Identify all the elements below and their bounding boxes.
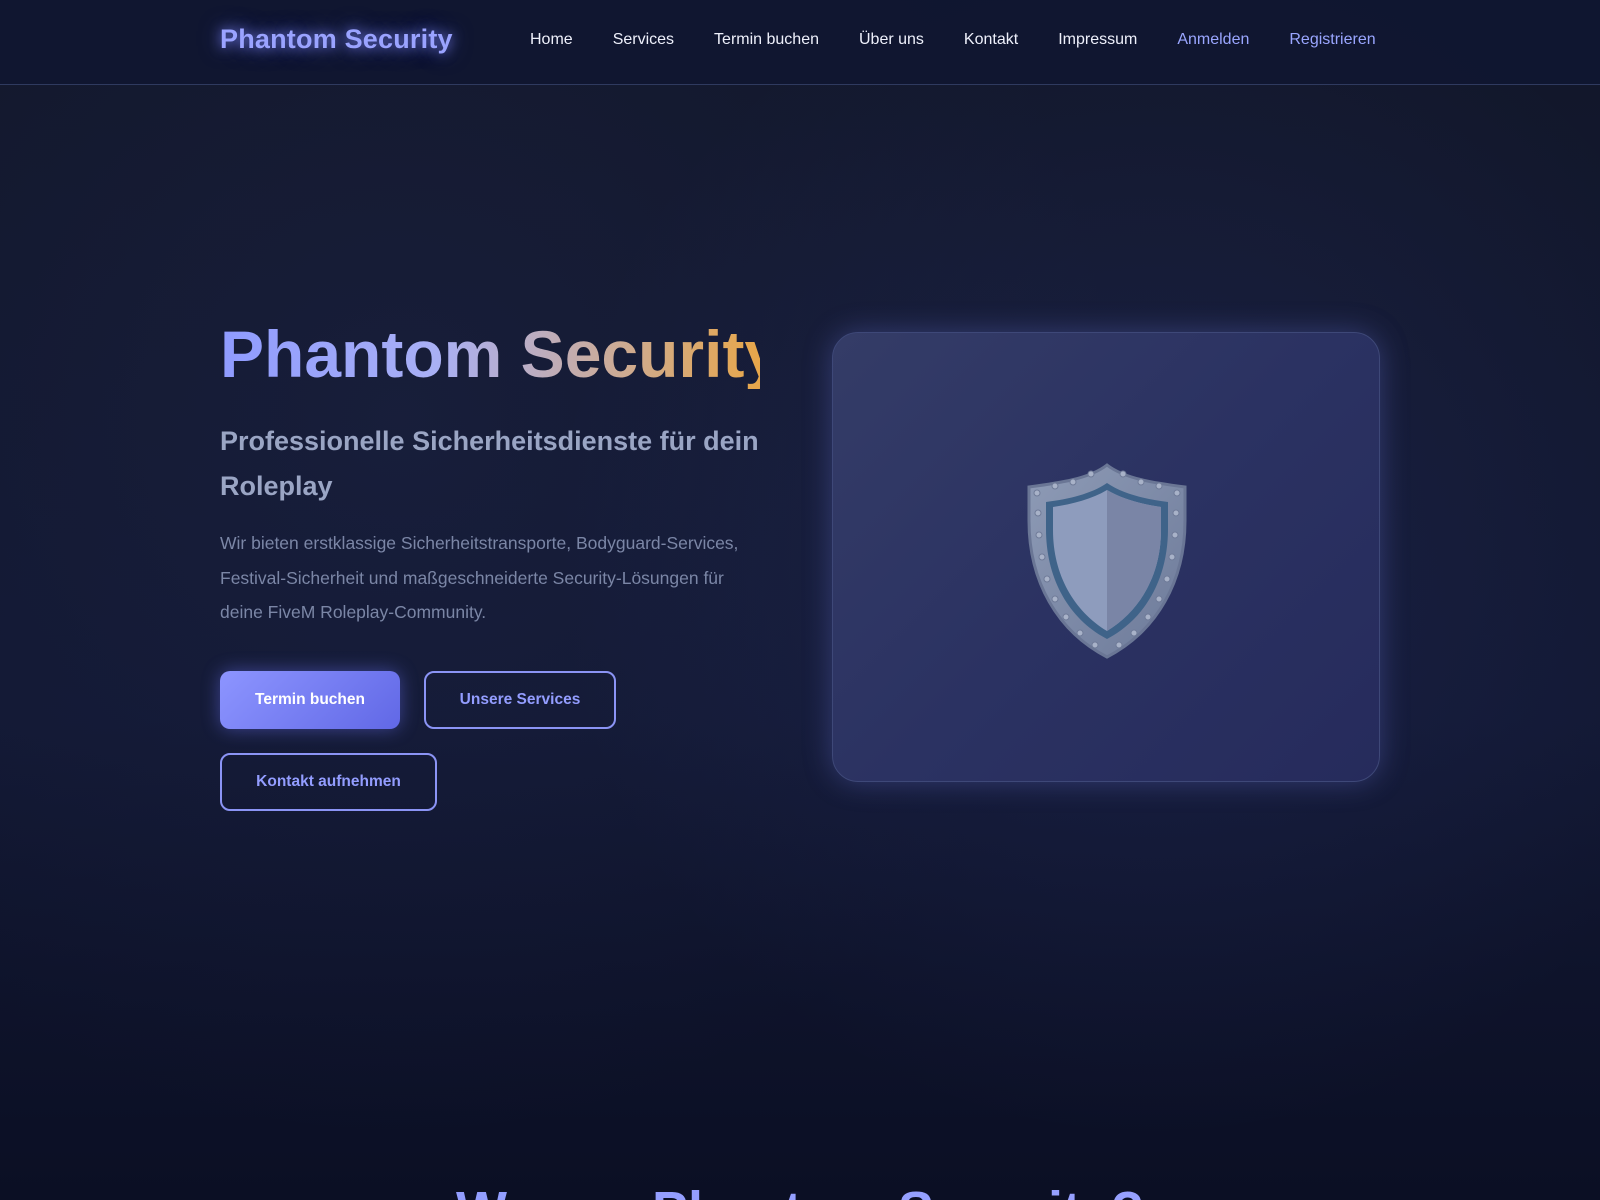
nav-home[interactable]: Home xyxy=(530,31,573,49)
hero-subtitle: Professionelle Sicherheitsdienste für de… xyxy=(220,426,759,501)
shield-icon xyxy=(1025,461,1189,659)
nav-services[interactable]: Services xyxy=(613,31,674,49)
our-services-button[interactable]: Unsere Services xyxy=(424,670,616,729)
main-nav: Home Services Termin buchen Über uns Kon… xyxy=(530,31,1376,49)
hero-section: Phantom Security Professionelle Sicherhe… xyxy=(220,317,782,811)
section-heading-why: Warum Phantom Security? xyxy=(0,1180,1600,1200)
hero-title: Phantom Security xyxy=(220,317,782,391)
nav-termin-buchen[interactable]: Termin buchen xyxy=(714,31,819,49)
top-navbar: Phantom Security Home Services Termin bu… xyxy=(0,0,1600,85)
nav-register[interactable]: Registrieren xyxy=(1289,31,1375,49)
nav-login[interactable]: Anmelden xyxy=(1177,31,1249,49)
hero-description: Wir bieten erstklassige Sicherheitstrans… xyxy=(220,533,739,622)
nav-impressum[interactable]: Impressum xyxy=(1058,31,1137,49)
contact-button[interactable]: Kontakt aufnehmen xyxy=(220,752,437,811)
nav-kontakt[interactable]: Kontakt xyxy=(964,31,1018,49)
hero-image-card xyxy=(832,332,1380,782)
book-appointment-button[interactable]: Termin buchen xyxy=(220,670,400,729)
nav-ueber-uns[interactable]: Über uns xyxy=(859,31,924,49)
brand-logo[interactable]: Phantom Security xyxy=(220,24,453,55)
hero-buttons: Termin buchen Unsere Services Kontakt au… xyxy=(220,670,760,811)
